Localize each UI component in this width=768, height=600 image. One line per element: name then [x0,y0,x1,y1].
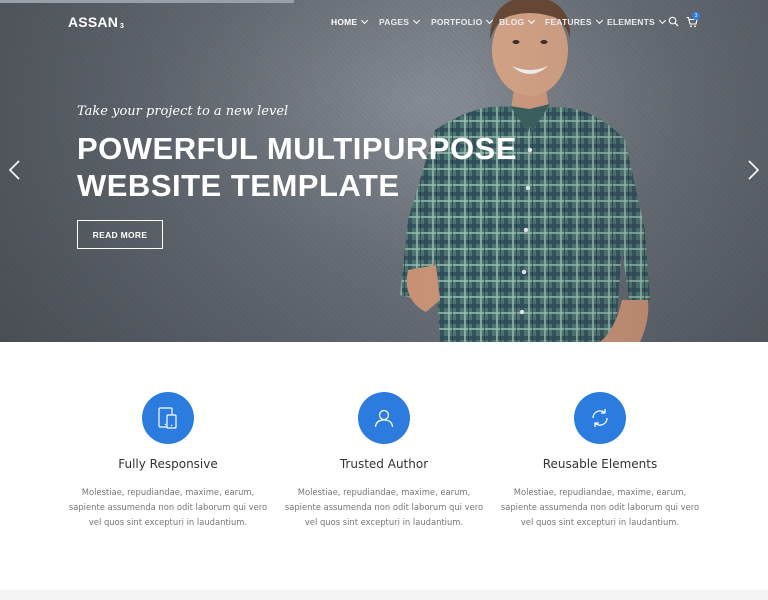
brand-version: 3 [120,23,125,30]
refresh-icon [592,409,608,427]
hero-tagline: Take your project to a new level [77,104,289,119]
feature-card: Fully Responsive Molestiae, repudiandae,… [60,342,276,530]
feature-description: Molestiae, repudiandae, maxime, earum, s… [500,487,700,527]
chevron-down-icon [595,16,603,25]
next-section-edge [0,590,768,600]
nav-item-portfolio[interactable]: PORTFOLIO [431,16,494,27]
user-icon [374,409,394,428]
feature-icon-circle [142,392,194,444]
nav-item-pages[interactable]: PAGES [379,16,421,27]
brand-name: ASSAN [68,14,119,30]
slider-prev-arrow-icon[interactable] [8,160,22,180]
nav-item-features[interactable]: FEATURES [545,16,603,27]
slider-next-arrow-icon[interactable] [746,160,760,180]
read-more-button[interactable]: READ MORE [77,220,163,249]
nav-item-blog[interactable]: BLOG [499,16,536,27]
chevron-down-icon [658,16,666,25]
feature-description: Molestiae, repudiandae, maxime, earum, s… [284,487,484,527]
feature-icon-circle [574,392,626,444]
nav-item-label: ELEMENTS [607,17,655,27]
search-icon[interactable] [668,16,679,27]
nav-item-home[interactable]: HOME [331,16,369,27]
tablet-phone-icon [158,407,177,429]
nav-item-label: BLOG [499,17,525,27]
feature-card: Trusted Author Molestiae, repudiandae, m… [276,342,492,530]
hero-headline-line-1: POWERFUL MULTIPURPOSE [77,131,517,166]
chevron-down-icon [413,16,421,25]
nav-item-label: FEATURES [545,17,592,27]
hero-headline: POWERFUL MULTIPURPOSE WEBSITE TEMPLATE [77,130,517,204]
chevron-down-icon [528,16,536,25]
nav-item-elements[interactable]: ELEMENTS [607,16,666,27]
feature-icon-circle [358,392,410,444]
feature-description: Molestiae, repudiandae, maxime, earum, s… [68,487,268,527]
nav-item-label: PAGES [379,17,410,27]
nav-item-label: HOME [331,17,358,27]
cart-count-badge: 3 [692,12,700,20]
hero-slider: ASSAN 3 HOME PAGES PORTFOLIO BLOG FEATURE… [0,0,768,342]
chevron-down-icon [361,16,369,25]
hero-headline-line-2: WEBSITE TEMPLATE [77,168,400,203]
feature-title: Trusted Author [339,457,429,471]
feature-card: Reusable Elements Molestiae, repudiandae… [492,342,708,530]
chevron-down-icon [486,16,494,25]
nav-item-label: PORTFOLIO [431,17,483,27]
feature-title: Reusable Elements [542,457,658,471]
features-section: Fully Responsive Molestiae, repudiandae,… [0,342,768,600]
brand-logo[interactable]: ASSAN 3 [68,14,124,30]
main-navbar: ASSAN 3 HOME PAGES PORTFOLIO BLOG FEATURE… [0,0,768,44]
feature-title: Fully Responsive [118,457,218,471]
